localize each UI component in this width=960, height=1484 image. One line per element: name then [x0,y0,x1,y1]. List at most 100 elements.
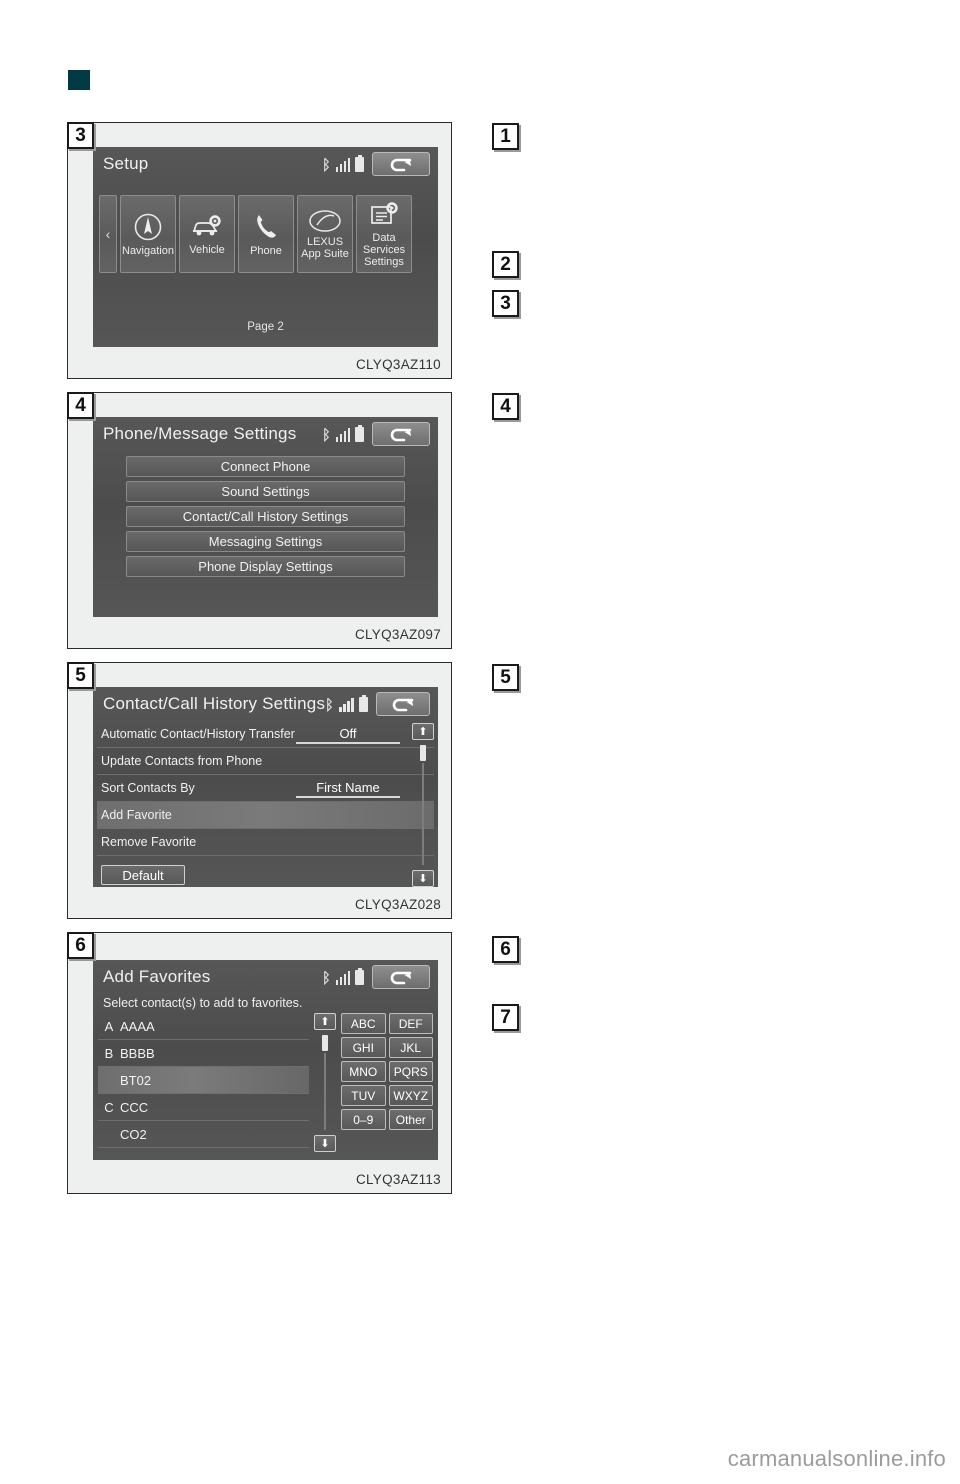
row-label: Automatic Contact/History Transfer [101,727,295,741]
contact-name: AAAA [120,1018,155,1034]
contact-call-history-settings-button[interactable]: Contact/Call History Settings [126,506,405,527]
setup-tile-phone[interactable]: Phone [238,195,294,273]
figure-setup: 3 Setup ‹ Navigation Vehicle Phone LEXUS… [67,122,452,379]
screen-title: Contact/Call History Settings [103,694,326,713]
figure-caption: CLYQ3AZ028 [354,897,441,912]
key-abc[interactable]: ABC [341,1013,386,1034]
contact-name: BT02 [120,1072,152,1088]
scroll-down-button[interactable]: ⬇ [314,1135,336,1152]
scroll-track [422,763,424,865]
back-button[interactable] [372,965,430,989]
contact-row[interactable]: BT02 [98,1067,309,1094]
bluetooth-icon [327,697,333,712]
scrollbar[interactable]: ⬆ ⬇ [412,723,434,887]
head-unit-screen-setup: Setup ‹ Navigation Vehicle Phone LEXUS A… [93,147,438,347]
setup-tile-navigation[interactable]: Navigation [120,195,176,273]
figure-badge: 5 [67,662,94,689]
scroll-up-button[interactable]: ⬆ [412,723,434,740]
sound-settings-button[interactable]: Sound Settings [126,481,405,502]
key-tuv[interactable]: TUV [341,1085,386,1106]
setup-tile-label: Navigation [122,244,174,257]
alphabet-keypad: ABC DEF GHI JKL MNO PQRS TUV WXYZ 0–9 Ot… [341,1013,433,1152]
bluetooth-icon [323,970,329,985]
back-arrow-icon [390,158,412,171]
battery-icon [355,424,364,442]
key-pqrs[interactable]: PQRS [388,1061,433,1082]
scroll-down-button[interactable]: ⬇ [412,870,434,887]
status-icons [322,154,364,172]
battery-icon [355,967,364,985]
contact-row[interactable]: CO2 [98,1121,309,1148]
setup-tile-lexus-app-suite[interactable]: LEXUS App Suite [297,195,353,273]
step-badge-1: 1 [492,123,519,150]
row-remove-favorite[interactable]: Remove Favorite [97,829,434,856]
back-button[interactable] [372,152,430,176]
figure-badge: 6 [67,932,94,959]
row-label: Remove Favorite [101,835,197,849]
step-badge-2: 2 [492,251,519,278]
row-value[interactable]: Off [296,724,400,744]
setup-tile-label: Vehicle [189,243,225,256]
setup-body: ‹ Navigation Vehicle Phone LEXUS App Sui… [93,181,438,347]
back-arrow-icon [390,971,412,984]
setup-tile-vehicle[interactable]: Vehicle [179,195,235,273]
row-sort-contacts-by[interactable]: Sort Contacts By First Name [97,775,434,802]
figure-badge: 3 [67,122,94,149]
step-badge-6: 6 [492,936,519,963]
default-button[interactable]: Default [101,865,185,885]
bluetooth-icon [323,157,329,172]
row-add-favorite[interactable]: Add Favorite [97,802,434,829]
screen-title: Phone/Message Settings [103,424,297,443]
scroll-up-button[interactable]: ⬆ [314,1013,336,1030]
status-icons [325,694,368,712]
phone-display-settings-button[interactable]: Phone Display Settings [126,556,405,577]
section-marker [68,70,90,90]
car-gear-icon [192,214,221,235]
contact-row[interactable]: B BBBB [98,1040,309,1067]
key-digits[interactable]: 0–9 [341,1109,386,1130]
contact-row[interactable]: C CCC [98,1094,309,1121]
contact-letter: B [104,1045,114,1061]
back-button[interactable] [372,422,430,446]
previous-page-button[interactable]: ‹ [99,195,117,273]
manual-page: 3 Setup ‹ Navigation Vehicle Phone LEXUS… [0,0,960,1484]
signal-bars-icon [335,157,350,172]
messaging-settings-button[interactable]: Messaging Settings [126,531,405,552]
step-badge-3: 3 [492,290,519,317]
figure-caption: CLYQ3AZ097 [354,627,441,642]
scrollbar[interactable]: ⬆ ⬇ [314,1013,336,1152]
key-ghi[interactable]: GHI [341,1037,386,1058]
row-label: Update Contacts from Phone [101,754,263,768]
figure-phone-message-settings: 4 Phone/Message Settings Connect Phone S… [67,392,452,649]
row-value[interactable]: First Name [296,778,400,798]
step-badge-7: 7 [492,1004,519,1031]
row-label: Sort Contacts By [101,781,195,795]
key-def[interactable]: DEF [388,1013,433,1034]
head-unit-screen-add-favorites: Add Favorites Select contact(s) to add t… [93,960,438,1160]
contact-name: BBBB [120,1045,155,1061]
contact-row[interactable]: A AAAA [98,1013,309,1040]
row-automatic-contact-history-transfer[interactable]: Automatic Contact/History Transfer Off [97,721,434,748]
battery-icon [358,694,368,712]
setup-tile-label2: App Suite [301,247,349,260]
head-unit-screen-phone-message: Phone/Message Settings Connect Phone Sou… [93,417,438,617]
add-favorites-body: A AAAA B BBBB BT02 C CCC CO2 ⬆ ⬇ ABC DEF… [93,1013,438,1156]
scroll-thumb[interactable] [420,745,426,761]
row-update-contacts-from-phone[interactable]: Update Contacts from Phone [97,748,434,775]
connect-phone-button[interactable]: Connect Phone [126,456,405,477]
figure-contact-call-history-settings: 5 Contact/Call History Settings Automati… [67,662,452,919]
row-label: Add Favorite [101,808,172,822]
scroll-thumb[interactable] [322,1035,328,1051]
setup-tile-label: LEXUS App Suite [301,235,349,260]
screen-header: Contact/Call History Settings [93,687,438,721]
setup-tile-label: Data Services Settings [358,232,410,268]
key-mno[interactable]: MNO [341,1061,386,1082]
back-button[interactable] [375,692,430,716]
compass-icon [134,213,162,240]
contact-list: A AAAA B BBBB BT02 C CCC CO2 [98,1013,309,1152]
signal-bars-icon [335,970,350,985]
setup-tile-data-services-settings[interactable]: Data Services Settings [356,195,412,273]
key-wxyz[interactable]: WXYZ [388,1085,433,1106]
key-jkl[interactable]: JKL [388,1037,433,1058]
key-other[interactable]: Other [388,1109,433,1130]
